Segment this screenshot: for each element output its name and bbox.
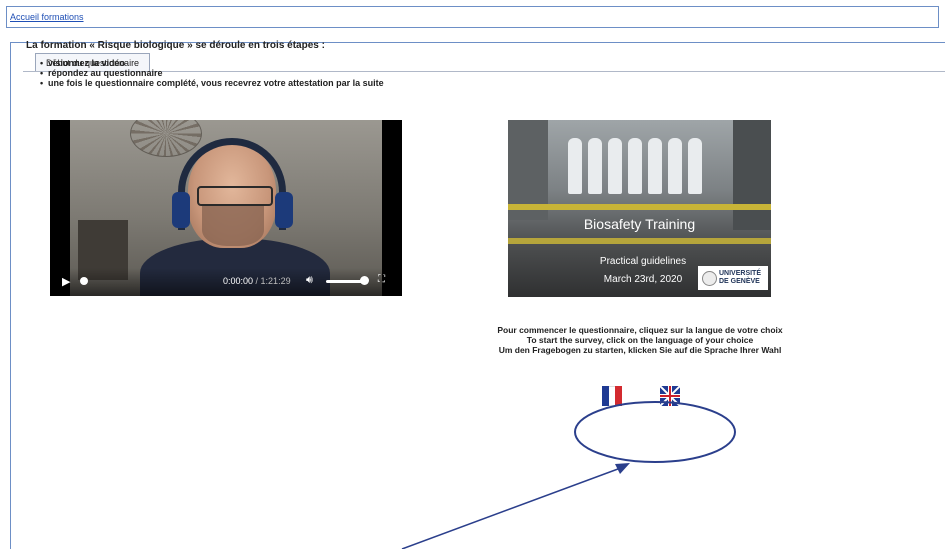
university-logo: UNIVERSITÉ DE GENÈVE (698, 266, 768, 290)
instruction-en: To start the survey, click on the langua… (526, 335, 754, 345)
step-item: une fois le questionnaire complété, vous… (40, 78, 384, 88)
pointer-arrow-line (401, 465, 627, 549)
flag-stripe (615, 386, 623, 406)
video-player[interactable]: ▶ 0:00:00 / 1:21:29 🔊︎ ⛶ (50, 120, 402, 296)
building-shape (733, 120, 771, 230)
logo-line: DE GENÈVE (719, 278, 760, 285)
volume-track[interactable] (326, 280, 364, 283)
person-shape (588, 138, 602, 194)
volume-slider[interactable] (360, 276, 369, 285)
time-separator: / (253, 276, 261, 286)
instruction-de: Um den Fragebogen zu starten, klicken Si… (498, 345, 782, 355)
duration: 1:21:29 (260, 276, 291, 286)
flag-stripe (602, 386, 609, 406)
fullscreen-icon[interactable]: ⛶ (378, 274, 385, 285)
logo-text: UNIVERSITÉ DE GENÈVE (719, 270, 761, 286)
flag-cross (660, 395, 680, 397)
headset-ear-right (275, 192, 293, 228)
volume-icon[interactable]: 🔊︎ (306, 274, 313, 287)
page-content: La formation « Risque biologique » se dé… (0, 0, 945, 549)
slide-subtitle: Practical guidelines (599, 256, 687, 267)
logo-line: UNIVERSITÉ (719, 270, 762, 277)
person-shape (648, 138, 662, 194)
road-stripe (508, 238, 771, 244)
slide-date: March 23rd, 2020 (603, 274, 683, 285)
language-selector (566, 374, 726, 418)
video-time: 0:00:00 / 1:21:29 (223, 276, 291, 286)
steps-list: visionnez la vidéo répondez au questionn… (40, 58, 384, 88)
step-item: visionnez la vidéo (40, 58, 384, 68)
slide-title: Biosafety Training (583, 216, 696, 232)
headset-band (178, 138, 286, 230)
lamp-shape (130, 120, 202, 157)
video-controls: ▶ 0:00:00 / 1:21:29 🔊︎ ⛶ (50, 268, 402, 296)
flag-stripe (608, 386, 616, 406)
flag-france-icon[interactable] (602, 386, 623, 406)
person-shape (668, 138, 682, 194)
person-shape (688, 138, 702, 194)
instruction-fr: Pour commencer le questionnaire, cliquez… (497, 325, 783, 335)
biosafety-slide: Biosafety Training Practical guidelines … (508, 120, 771, 297)
seal-icon (702, 271, 717, 286)
person-shape (608, 138, 622, 194)
intro-heading: La formation « Risque biologique » se dé… (26, 40, 325, 51)
language-instructions: Pour commencer le questionnaire, cliquez… (480, 325, 800, 355)
person-shape (568, 138, 582, 194)
road-stripe (508, 204, 771, 210)
pointer-arrow-head (615, 463, 630, 474)
current-time: 0:00:00 (223, 276, 254, 286)
flag-uk-icon[interactable] (660, 386, 680, 406)
person-shape (628, 138, 642, 194)
headset-ear-left (172, 192, 190, 228)
step-item: répondez au questionnaire (40, 68, 384, 78)
play-icon[interactable]: ▶ (62, 275, 70, 288)
progress-slider[interactable] (80, 277, 88, 285)
